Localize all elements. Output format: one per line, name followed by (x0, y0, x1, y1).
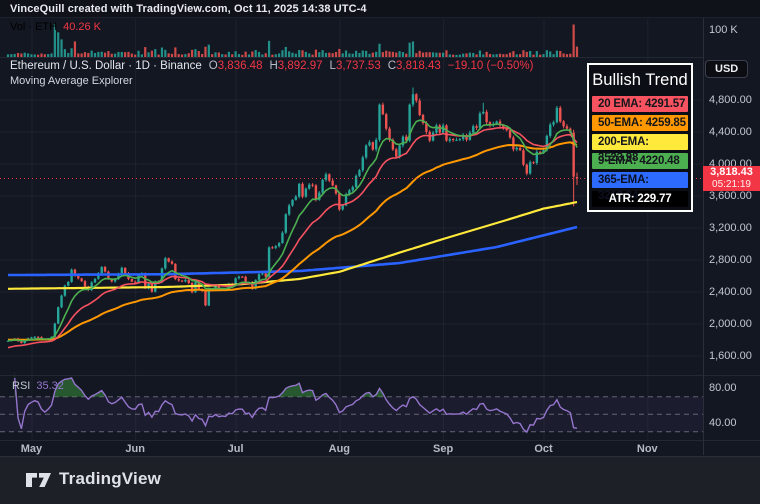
symbol-legend: Ethereum / U.S. Dollar · 1D · BinanceO3,… (10, 60, 533, 72)
legend-row: 9-EMA: 4220.48 (592, 153, 688, 169)
legend-row: 20 EMA: 4291.57 (592, 96, 688, 112)
ohlc-values: O3,836.48 H3,892.97 L3,737.53 C3,818.43 (202, 60, 441, 72)
ohlc-item: C3,818.43 (388, 60, 441, 72)
price-tick-label: 2,000.00 (709, 318, 752, 330)
time-tick-jul: Jul (228, 443, 244, 455)
tradingview-chart-window: VinceQuill created with TradingView.com,… (0, 0, 760, 504)
symbol-title[interactable]: Ethereum / U.S. Dollar · 1D · Binance (10, 60, 202, 72)
change-value: −19.10 (−0.50%) (448, 60, 534, 72)
volume-label: Vol · ETH (10, 21, 57, 33)
ema-line-50-EMA (8, 142, 577, 339)
time-tick-aug: Aug (329, 443, 350, 455)
tradingview-logo-icon (26, 470, 51, 488)
price-tick-label: 2,800.00 (709, 254, 752, 266)
ohlc-item: H3,892.97 (269, 60, 322, 72)
price-tick-label: 3,600.00 (709, 190, 752, 202)
tradingview-logo[interactable]: TradingView (26, 469, 161, 489)
time-tick-nov: Nov (637, 443, 658, 455)
legend-rows: 20 EMA: 4291.57 50-EMA: 4259.85 200-EMA: 3… (592, 96, 688, 207)
time-tick-oct: Oct (534, 443, 552, 455)
price-tick-label: 2,400.00 (709, 286, 752, 298)
ohlc-item: L3,737.53 (330, 60, 381, 72)
last-price-badge: 3,818.43 05:21:19 (703, 166, 760, 191)
price-tick-label: 3,200.00 (709, 222, 752, 234)
time-tick-sep: Sep (433, 443, 453, 455)
volume-value: 40.26 K (63, 21, 101, 33)
legend-row: 50-EMA: 4259.85 (592, 115, 688, 131)
ema-line-9-EMA (8, 120, 577, 341)
price-tick-label: 4,400.00 (709, 126, 752, 138)
time-tick-may: May (21, 443, 42, 455)
price-tick-label: 1,600.00 (709, 350, 752, 362)
rsi-tick-label: 80.00 (709, 382, 737, 394)
price-tick-label: 4,800.00 (709, 94, 752, 106)
rsi-label: RSI (12, 380, 30, 392)
legend-title: Bullish Trend (592, 68, 688, 93)
ohlc-item: O3,836.48 (209, 60, 263, 72)
legend-row: 365-EMA: 3212.34 (592, 172, 688, 188)
trend-legend-panel: Bullish Trend 20 EMA: 4291.57 50-EMA: 425… (587, 63, 693, 212)
volume-indicator-legend[interactable]: Vol · ETH 40.26 K (10, 21, 101, 33)
rsi-tick-label: 40.00 (709, 417, 737, 429)
bar-countdown: 05:21:19 (703, 179, 760, 190)
volume-scale-label: 100 K (709, 24, 738, 36)
tradingview-brand-text: TradingView (59, 469, 161, 489)
rsi-pane-decor (0, 397, 703, 432)
bottom-toolbar: TradingView (0, 456, 760, 504)
candles (7, 88, 578, 344)
ema-line-20 EMA (8, 128, 577, 348)
rsi-value: 35.32 (36, 380, 64, 392)
rsi-indicator-legend[interactable]: RSI 35.32 (12, 380, 64, 392)
indicator-label[interactable]: Moving Average Explorer (10, 75, 133, 87)
currency-badge[interactable]: USD (705, 60, 748, 78)
legend-row: 200-EMA: 3523.98 (592, 134, 688, 150)
last-price-value: 3,818.43 (703, 166, 760, 179)
time-tick-jun: Jun (125, 443, 145, 455)
